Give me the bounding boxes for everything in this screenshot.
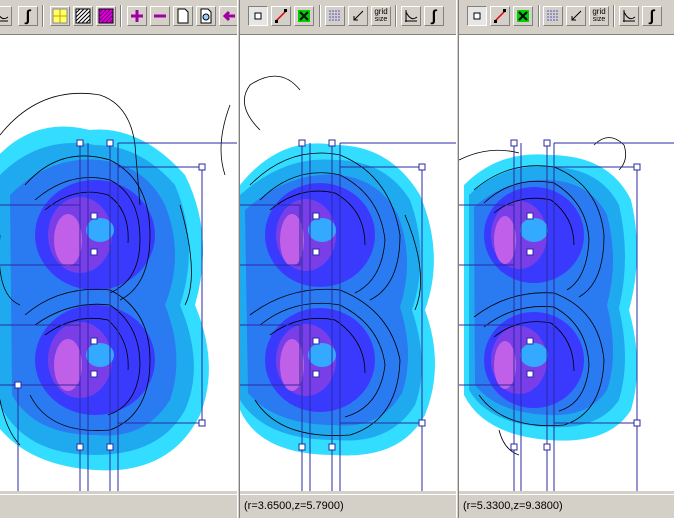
- pane-left-toolbar: ∫: [0, 0, 238, 35]
- pane-middle-plot[interactable]: [240, 35, 456, 491]
- preview-button[interactable]: [196, 6, 216, 26]
- density-plot-middle: [240, 75, 456, 491]
- grid-size-label: grid: [592, 7, 606, 16]
- zoom-tool-button[interactable]: [0, 6, 12, 26]
- select-tool-button[interactable]: [467, 6, 487, 26]
- snap-arrow-icon: [568, 8, 584, 24]
- green-x-icon: [296, 8, 312, 24]
- toolbar-separator: [538, 5, 540, 27]
- left-arrow-icon: [221, 8, 237, 24]
- grid-size-button[interactable]: grid size: [371, 6, 391, 26]
- pane-right-plot[interactable]: [459, 35, 674, 491]
- grid-size-button[interactable]: grid size: [589, 6, 609, 26]
- grid-toggle-button[interactable]: [325, 6, 345, 26]
- integrate-button[interactable]: ∫: [424, 6, 444, 26]
- yellow-grid-button[interactable]: [50, 6, 70, 26]
- density-plot-right: [459, 137, 674, 491]
- pane-left: ∫: [0, 0, 238, 518]
- back-arrow-button[interactable]: [219, 6, 238, 26]
- minus-icon: [152, 8, 168, 24]
- density-fill: [464, 154, 638, 441]
- axes-curve-icon: [403, 8, 419, 24]
- line-tool-button[interactable]: [490, 6, 510, 26]
- green-x-icon: [515, 8, 531, 24]
- hatch-fill-button[interactable]: [73, 6, 93, 26]
- pane-right-status: (r=5.3300,z=9.3800): [459, 494, 674, 516]
- integral-icon: ∫: [431, 7, 437, 25]
- grid-size-label: size: [592, 16, 606, 23]
- line-draw-icon: [492, 8, 508, 24]
- pane-middle-status: (r=3.6500,z=5.7900): [240, 494, 456, 516]
- toolbar-separator: [613, 5, 615, 27]
- integral-icon: ∫: [25, 7, 31, 25]
- pane-middle: grid size ∫ (r=3.6500,z=5.7900): [240, 0, 456, 518]
- toolbar-separator: [42, 5, 44, 27]
- toolbar-separator: [120, 5, 122, 27]
- line-tool-button[interactable]: [271, 6, 291, 26]
- zoom-tool-button[interactable]: [401, 6, 421, 26]
- density-plot-left: [0, 92, 238, 491]
- pane-middle-toolbar: grid size ∫: [240, 0, 456, 35]
- pane-left-status: [0, 494, 238, 516]
- new-page-button[interactable]: [173, 6, 193, 26]
- add-button[interactable]: [127, 6, 147, 26]
- pane-right-toolbar: grid size ∫: [459, 0, 674, 35]
- remove-button[interactable]: [150, 6, 170, 26]
- select-tool-button[interactable]: [248, 6, 268, 26]
- integrate-button[interactable]: ∫: [642, 6, 662, 26]
- pane-right: grid size ∫ (r=5.3300,z=9.3800): [459, 0, 674, 518]
- snap-to-grid-button[interactable]: [566, 6, 586, 26]
- toolbar-separator: [319, 5, 321, 27]
- dot-grid-icon: [327, 8, 343, 24]
- grid-size-label: grid: [374, 7, 388, 16]
- square-select-icon: [250, 8, 266, 24]
- toolbar-separator: [395, 5, 397, 27]
- magenta-fill-button[interactable]: [96, 6, 116, 26]
- magenta-fill-icon: [98, 8, 114, 24]
- line-draw-icon: [273, 8, 289, 24]
- plus-icon: [129, 8, 145, 24]
- grid-size-label: size: [374, 16, 388, 23]
- delete-point-button[interactable]: [513, 6, 533, 26]
- axes-curve-icon: [621, 8, 637, 24]
- hatch-fill-icon: [75, 8, 91, 24]
- square-select-icon: [469, 8, 485, 24]
- integral-icon: ∫: [649, 7, 655, 25]
- dot-grid-icon: [545, 8, 561, 24]
- grid-toggle-button[interactable]: [543, 6, 563, 26]
- yellow-grid-icon: [52, 8, 68, 24]
- magnifier-page-icon: [198, 8, 214, 24]
- zoom-tool-button[interactable]: [619, 6, 639, 26]
- page-icon: [175, 8, 191, 24]
- snap-arrow-icon: [350, 8, 366, 24]
- snap-to-grid-button[interactable]: [348, 6, 368, 26]
- axes-curve-icon: [0, 8, 10, 24]
- delete-point-button[interactable]: [294, 6, 314, 26]
- pane-left-plot[interactable]: [0, 35, 238, 491]
- integrate-button[interactable]: ∫: [18, 6, 38, 26]
- density-fill: [240, 143, 435, 456]
